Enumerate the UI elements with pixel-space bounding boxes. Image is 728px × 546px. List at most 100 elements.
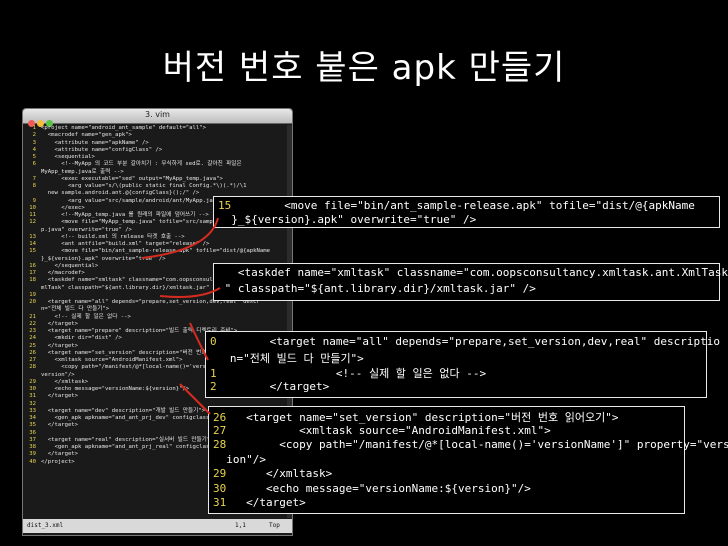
line-text: </target>	[41, 422, 79, 429]
line-number	[23, 169, 41, 176]
line-number	[23, 256, 41, 263]
line-number: 4	[32, 146, 36, 153]
line-number: 29	[29, 378, 36, 385]
line-text: <arg value="s/\(public static final Conf…	[41, 183, 247, 189]
status-position: 1,1	[235, 522, 246, 529]
line-text: <move file="bin/ant_sample-release.apk" …	[41, 248, 271, 255]
line-text: </target>	[41, 320, 79, 327]
line-number: 8	[32, 183, 36, 189]
line-text: <xmltask source="AndroidManifest.xml">	[41, 357, 183, 363]
line-number: 34	[29, 415, 36, 421]
line-number: 16	[29, 262, 36, 269]
zoom-line-text: </target>	[216, 380, 330, 393]
line-text: <macrodef name="gen_apk">	[41, 132, 132, 139]
code-line: 8 <arg value="s/\(public static final Co…	[23, 183, 292, 190]
line-text: </exec>	[41, 204, 85, 211]
line-number	[23, 227, 41, 234]
line-text: <target name="dev" description="개발 빌드 만들…	[41, 407, 205, 414]
zoom-line-number: 15	[218, 199, 232, 212]
zoom-line: 15 <move file="bin/ant_sample-release.ap…	[218, 199, 695, 212]
line-number: 19	[29, 291, 36, 298]
code-line: 3 <attribute name="apkName" />	[23, 140, 292, 147]
window-titlebar[interactable]: 3. vim	[23, 109, 292, 127]
zoom-line-number: 0	[210, 335, 217, 348]
zoom-line-text: <echo message="versionName:${version}"/>	[226, 481, 531, 495]
code-line: 21 <!-- 실제 할 일은 없다 -->	[23, 314, 292, 321]
line-text: mlTask" classpath="${ant.library.dir}/xm…	[41, 284, 220, 291]
line-text: <!-- build.xml 의 release 타겟 호출 -->	[41, 233, 185, 240]
code-line: MyApp_temp.java로 출력 -->	[23, 169, 292, 176]
line-number	[23, 306, 41, 313]
code-line: 7 <exec executable="sed" output="MyApp_t…	[23, 176, 292, 183]
line-number: 24	[29, 335, 36, 342]
code-line: 2 <macrodef name="gen_apk">	[23, 132, 292, 139]
code-line: 22 </target>	[23, 321, 292, 328]
zoom-line-text: <target name="all" depends="prepare,set_…	[216, 335, 720, 348]
zoom-callout-target-all: 0 <target name="all" depends="prepare,se…	[205, 331, 720, 398]
zoom-line: 27 <xmltask source="AndroidManifest.xml"…	[213, 424, 551, 437]
line-number: 23	[29, 328, 36, 334]
line-number: 25	[29, 342, 36, 349]
line-number	[23, 285, 41, 292]
line-text: </target>	[41, 393, 79, 400]
line-number: 36	[29, 429, 36, 436]
zoom-line-number: 27	[213, 423, 227, 437]
line-text: </xmltask>	[41, 378, 89, 385]
line-number: 7	[32, 175, 36, 182]
line-number: 18	[29, 277, 36, 284]
zoom-line-text: " classpath="${ant.library.dir}/xmltask.…	[218, 282, 536, 295]
code-line: n="전체 빌드 다 만들기">	[23, 306, 292, 313]
line-text: n="전체 빌드 다 만들기">	[41, 306, 110, 313]
line-text: <exec executable="sed" output="MyApp_tem…	[41, 175, 223, 182]
zoom-line: 2 </target>	[210, 380, 329, 393]
line-text: </macrodef>	[41, 270, 85, 276]
line-number: 37	[29, 436, 36, 443]
line-text: <attribute name="configClass" />	[41, 146, 163, 153]
zoom-line: 29 </xmltask>	[213, 467, 332, 480]
line-number: 6	[32, 161, 36, 168]
zoom-line-text: </xmltask>	[226, 467, 333, 480]
line-number: 22	[29, 320, 36, 327]
line-text: }_${version}.apk" overwrite="true" />	[41, 255, 166, 262]
zoom-line-text: <xmltask source="AndroidManifest.xml">	[226, 423, 551, 437]
code-line: 4 <attribute name="configClass" />	[23, 147, 292, 154]
zoom-line: <taskdef name="xmltask" classname="com.o…	[218, 266, 728, 279]
zoom-line-text: </target>	[226, 496, 306, 509]
zoom-line: 30 <echo message="versionName:${version}…	[213, 482, 531, 495]
code-line: }_${version}.apk" overwrite="true" />	[23, 256, 292, 263]
line-number: 11	[29, 212, 36, 218]
line-number: 38	[29, 444, 36, 450]
line-number: 14	[29, 241, 36, 247]
line-text: <project name="android_ant_sample" defau…	[41, 125, 207, 131]
zoom-line-number: 28	[213, 438, 227, 451]
line-number: 20	[29, 299, 36, 305]
line-text: </sequential>	[41, 262, 99, 269]
line-text: p.java" overwrite="true" />	[41, 226, 132, 233]
zoom-line-number: 2	[210, 380, 217, 393]
line-text: </target>	[41, 451, 79, 458]
line-number: 40	[29, 458, 36, 465]
line-text: <arg value="src/sample/android/ant/MyApp…	[41, 197, 233, 204]
line-number: 12	[29, 219, 36, 226]
zoom-line-number: 30	[213, 481, 227, 495]
zoom-callout-set-version: 26 <target name="set_version" descriptio…	[208, 406, 728, 514]
line-text: <!--MyApp 의 코드 부분 갈아치기 : 무식하게 sed로. 갈아친 …	[41, 161, 242, 168]
line-number: 10	[29, 204, 36, 211]
line-number: 26	[29, 349, 36, 356]
line-text: <ant antfile="build.xml" target="release…	[41, 241, 210, 247]
line-number: 5	[32, 154, 36, 160]
zoom-line-text: <target name="set_version" description="…	[226, 411, 619, 424]
line-text: <attribute name="apkName" />	[41, 139, 149, 146]
zoom-line: n="전체 빌드 다 만들기">	[210, 350, 364, 366]
code-line: 14 <ant antfile="build.xml" target="rele…	[23, 241, 292, 248]
zoom-line: " classpath="${ant.library.dir}/xmltask.…	[218, 282, 536, 295]
line-number	[23, 190, 41, 197]
zoom-line-text: <move file="bin/ant_sample-release.apk" …	[231, 199, 695, 212]
line-text: </project>	[41, 458, 75, 465]
line-text: </target>	[41, 342, 79, 349]
zoom-line-text: }_${version}.apk" overwrite="true" />	[218, 213, 477, 226]
zoom-line-text: ion"/>	[213, 452, 266, 466]
line-text: <!-- 실제 할 일은 없다 -->	[41, 313, 131, 320]
line-text: <echo message="versionName:${version}"/>	[41, 386, 190, 392]
line-text: <mkdir dir="dist" />	[41, 335, 122, 342]
